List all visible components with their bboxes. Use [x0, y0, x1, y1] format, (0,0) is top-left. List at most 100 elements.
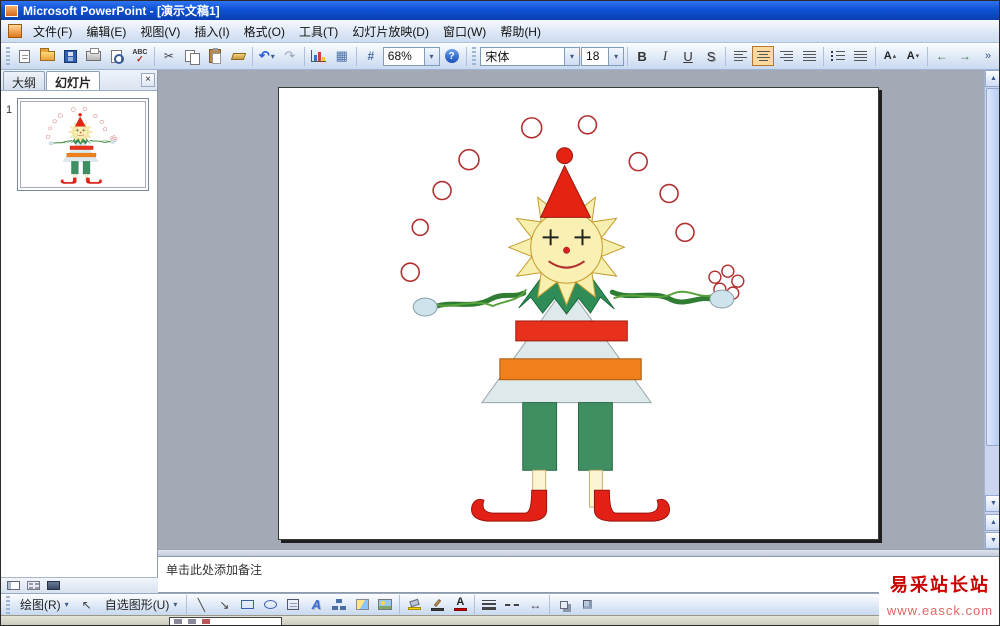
- scrollbar-thumb[interactable]: [986, 88, 999, 446]
- undo-button[interactable]: ↶ ▾: [256, 46, 278, 66]
- fill-color-button[interactable]: [403, 595, 425, 615]
- oval-tool-button[interactable]: [259, 595, 281, 615]
- powerpoint-app-icon: [5, 4, 18, 17]
- previous-slide-button[interactable]: ▲: [985, 514, 999, 531]
- toolbar-grip[interactable]: [6, 47, 10, 65]
- normal-view-button[interactable]: [4, 579, 22, 592]
- format-painter-button[interactable]: [227, 46, 249, 66]
- align-right-button[interactable]: [775, 46, 797, 66]
- slide-thumbnail[interactable]: [17, 98, 149, 191]
- ime-toolbar[interactable]: [169, 617, 282, 625]
- left-hand[interactable]: [412, 297, 438, 317]
- shadow-style-button[interactable]: [553, 595, 575, 615]
- print-preview-button[interactable]: [106, 46, 128, 66]
- scroll-down-button[interactable]: ▼: [985, 495, 999, 512]
- decrease-font-button[interactable]: A ▾: [902, 46, 924, 66]
- menu-edit[interactable]: 编辑(E): [79, 20, 133, 43]
- new-button[interactable]: [14, 46, 36, 66]
- bold-button[interactable]: B: [631, 46, 653, 66]
- menu-view[interactable]: 视图(V): [133, 20, 187, 43]
- font-color-button[interactable]: A: [449, 595, 471, 615]
- align-left-button[interactable]: [729, 46, 751, 66]
- select-objects-button[interactable]: ↖: [76, 595, 98, 615]
- justify-button[interactable]: [798, 46, 820, 66]
- align-right-icon: [779, 50, 793, 62]
- wordart-button[interactable]: A: [305, 595, 327, 615]
- drawing-toolbar-grip[interactable]: [6, 595, 10, 614]
- rectangle-icon: [240, 600, 254, 609]
- print-button[interactable]: [83, 46, 105, 66]
- slideshow-view-button[interactable]: [44, 579, 62, 592]
- menu-file[interactable]: 文件(F): [26, 20, 79, 43]
- hat[interactable]: [539, 164, 592, 218]
- tab-outline[interactable]: 大纲: [3, 71, 46, 90]
- font-size-combobox[interactable]: 18 ▾: [581, 46, 625, 66]
- dash-style-button[interactable]: [501, 595, 523, 615]
- spelling-button[interactable]: ABC ✓: [129, 46, 151, 66]
- arrow-style-button[interactable]: ↔: [524, 595, 546, 615]
- nose[interactable]: [563, 246, 571, 254]
- menu-slideshow[interactable]: 幻灯片放映(D): [345, 20, 436, 43]
- notes-pane[interactable]: 单击此处添加备注: [158, 556, 999, 593]
- hat-ball[interactable]: [556, 147, 574, 165]
- open-button[interactable]: [37, 46, 59, 66]
- formatting-toolbar-grip[interactable]: [472, 47, 477, 65]
- clown-drawing[interactable]: [279, 88, 878, 539]
- notes-splitter[interactable]: [158, 549, 999, 556]
- paste-button[interactable]: [204, 46, 226, 66]
- cut-button[interactable]: ✂: [158, 46, 180, 66]
- slide-sorter-view-button[interactable]: [24, 579, 42, 592]
- tab-slides[interactable]: 幻灯片: [46, 71, 101, 90]
- numbered-list-button[interactable]: [827, 46, 849, 66]
- insert-chart-button[interactable]: [308, 46, 330, 66]
- menu-tools[interactable]: 工具(T): [292, 20, 345, 43]
- line-style-button[interactable]: [478, 595, 500, 615]
- help-button[interactable]: ?: [441, 46, 463, 66]
- arrow-tool-button[interactable]: ↘: [213, 595, 235, 615]
- menu-window[interactable]: 窗口(W): [436, 20, 493, 43]
- insert-diagram-button[interactable]: [328, 595, 350, 615]
- next-slide-button[interactable]: ▼: [985, 532, 999, 549]
- insert-picture-button[interactable]: [374, 595, 396, 615]
- zoom-combobox[interactable]: 68% ▾: [382, 46, 440, 66]
- line-spacing-button[interactable]: [850, 46, 872, 66]
- autoshapes-menu-button[interactable]: 自选图形(U) ▾: [99, 593, 184, 616]
- underline-button[interactable]: U: [677, 46, 699, 66]
- copy-button[interactable]: [181, 46, 203, 66]
- text-box-button[interactable]: [282, 595, 304, 615]
- draw-menu-button[interactable]: 绘图(R) ▾: [14, 593, 75, 616]
- red-stripe[interactable]: [515, 320, 628, 342]
- separator: [153, 46, 155, 66]
- text-shadow-button[interactable]: S: [700, 46, 722, 66]
- italic-button[interactable]: I: [654, 46, 676, 66]
- 3d-style-button[interactable]: [576, 595, 598, 615]
- align-center-button[interactable]: [752, 46, 775, 66]
- font-size-dropdown-icon[interactable]: ▾: [608, 47, 624, 65]
- increase-font-button[interactable]: A ▴: [879, 46, 901, 66]
- font-dropdown-icon[interactable]: ▾: [564, 47, 580, 65]
- notes-placeholder[interactable]: 单击此处添加备注: [166, 563, 262, 577]
- font-name-combobox[interactable]: 宋体 ▾: [480, 46, 581, 66]
- demote-button[interactable]: →: [954, 46, 976, 66]
- show-grid-button[interactable]: #: [360, 46, 382, 66]
- line-color-button[interactable]: [426, 595, 448, 615]
- shoes[interactable]: [471, 489, 671, 522]
- slide-canvas[interactable]: [278, 87, 879, 540]
- zoom-dropdown-icon[interactable]: ▾: [423, 47, 439, 65]
- line-tool-button[interactable]: ╲: [190, 595, 212, 615]
- toolbar-options-button[interactable]: »: [977, 46, 999, 66]
- menu-help[interactable]: 帮助(H): [493, 20, 548, 43]
- vertical-scrollbar[interactable]: ▲ ▼ ▲ ▼: [984, 70, 999, 549]
- insert-clipart-button[interactable]: [351, 595, 373, 615]
- right-hand[interactable]: [709, 289, 735, 309]
- save-button[interactable]: [60, 46, 82, 66]
- orange-stripe[interactable]: [499, 358, 642, 381]
- menu-format[interactable]: 格式(O): [237, 20, 292, 43]
- redo-button[interactable]: ↷: [279, 46, 301, 66]
- insert-table-button[interactable]: ▦: [331, 46, 353, 66]
- promote-button[interactable]: ←: [931, 46, 953, 66]
- close-panel-button[interactable]: ×: [141, 73, 155, 87]
- menu-insert[interactable]: 插入(I): [187, 20, 236, 43]
- rectangle-tool-button[interactable]: [236, 595, 258, 615]
- scroll-up-button[interactable]: ▲: [985, 70, 999, 87]
